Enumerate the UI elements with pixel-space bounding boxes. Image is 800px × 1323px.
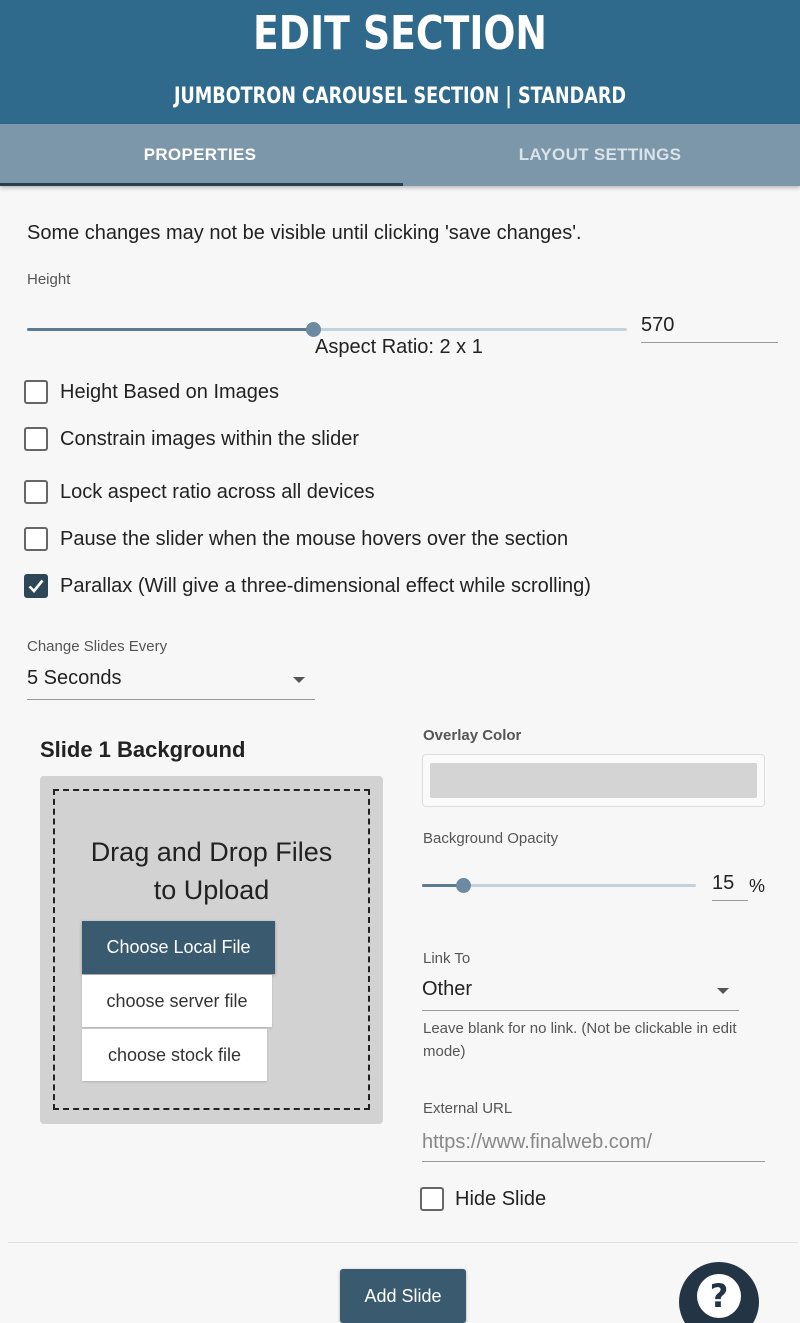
- option-parallax[interactable]: Parallax (Will give a three-dimensional …: [24, 573, 591, 599]
- tab-bar: PROPERTIES LAYOUT SETTINGS: [0, 124, 800, 186]
- opacity-input[interactable]: [712, 866, 748, 901]
- choose-local-file-button[interactable]: Choose Local File: [82, 921, 275, 974]
- tab-layout-settings[interactable]: LAYOUT SETTINGS: [400, 124, 800, 186]
- height-slider-thumb[interactable]: [306, 322, 322, 337]
- link-to-value: Other: [422, 978, 473, 1000]
- choose-stock-file-button[interactable]: choose stock file: [82, 1029, 267, 1081]
- option-label: Lock aspect ratio across all devices: [60, 480, 375, 503]
- drop-zone-text: Drag and Drop Files to Upload: [55, 833, 368, 909]
- checkbox[interactable]: [24, 527, 48, 551]
- checkbox[interactable]: [24, 380, 48, 404]
- chevron-down-icon: [293, 677, 305, 683]
- header: EDIT SECTION JUMBOTRON CAROUSEL SECTION …: [0, 0, 800, 124]
- opacity-unit: %: [749, 876, 766, 896]
- checkbox[interactable]: [24, 427, 48, 451]
- external-url-input[interactable]: [422, 1124, 765, 1162]
- chevron-down-icon: [717, 988, 729, 994]
- option-hide-slide[interactable]: Hide Slide: [420, 1186, 546, 1212]
- option-constrain-images[interactable]: Constrain images within the slider: [24, 426, 359, 452]
- checkbox[interactable]: [24, 480, 48, 504]
- option-label: Pause the slider when the mouse hovers o…: [60, 527, 569, 550]
- change-slides-label: Change Slides Every: [27, 638, 168, 655]
- checkbox[interactable]: [420, 1187, 444, 1211]
- choose-server-file-button[interactable]: choose server file: [82, 975, 272, 1027]
- overlay-color-picker[interactable]: [422, 754, 765, 807]
- page-subtitle: JUMBOTRON CAROUSEL SECTION | STANDARD: [173, 84, 627, 109]
- question-mark-icon: ?: [697, 1274, 741, 1318]
- aspect-ratio-text: Aspect Ratio: 2 x 1: [315, 336, 483, 358]
- drop-text-line-1: Drag and Drop Files: [90, 837, 333, 867]
- change-slides-select[interactable]: 5 Seconds: [27, 664, 315, 700]
- overlay-color-label: Overlay Color: [423, 727, 522, 744]
- overlay-color-swatch: [430, 763, 757, 798]
- slide-background-title: Slide 1 Background: [40, 737, 246, 762]
- drop-text-line-2: to Upload: [153, 875, 270, 905]
- option-pause-on-hover[interactable]: Pause the slider when the mouse hovers o…: [24, 526, 568, 552]
- link-to-label: Link To: [423, 950, 471, 967]
- option-label: Parallax (Will give a three-dimensional …: [60, 574, 591, 597]
- help-button[interactable]: ?: [679, 1262, 759, 1323]
- change-slides-value: 5 Seconds: [27, 667, 122, 689]
- option-label: Constrain images within the slider: [60, 427, 360, 450]
- tab-properties[interactable]: PROPERTIES: [0, 124, 400, 186]
- opacity-slider[interactable]: [422, 878, 696, 893]
- height-slider-fill: [27, 328, 314, 331]
- option-label: Height Based on Images: [60, 380, 280, 403]
- add-slide-button[interactable]: Add Slide: [340, 1269, 466, 1323]
- link-helper-text: Leave blank for no link. (Not be clickab…: [423, 1020, 737, 1060]
- option-label: Hide Slide: [455, 1187, 547, 1210]
- height-input[interactable]: [641, 308, 778, 343]
- option-height-based-on-images[interactable]: Height Based on Images: [24, 379, 279, 405]
- active-tab-indicator: [0, 183, 403, 186]
- checkbox[interactable]: [24, 574, 48, 598]
- link-to-select[interactable]: Other: [422, 975, 739, 1011]
- opacity-label: Background Opacity: [423, 830, 559, 847]
- save-notice: Some changes may not be visible until cl…: [27, 222, 582, 244]
- page-title: EDIT SECTION: [253, 6, 547, 60]
- height-label: Height: [27, 271, 71, 288]
- check-icon: [28, 579, 44, 593]
- option-lock-aspect-ratio[interactable]: Lock aspect ratio across all devices: [24, 479, 375, 505]
- opacity-slider-thumb[interactable]: [456, 878, 472, 893]
- footer-divider: [8, 1242, 798, 1243]
- height-slider[interactable]: [27, 322, 627, 337]
- external-url-label: External URL: [423, 1100, 513, 1117]
